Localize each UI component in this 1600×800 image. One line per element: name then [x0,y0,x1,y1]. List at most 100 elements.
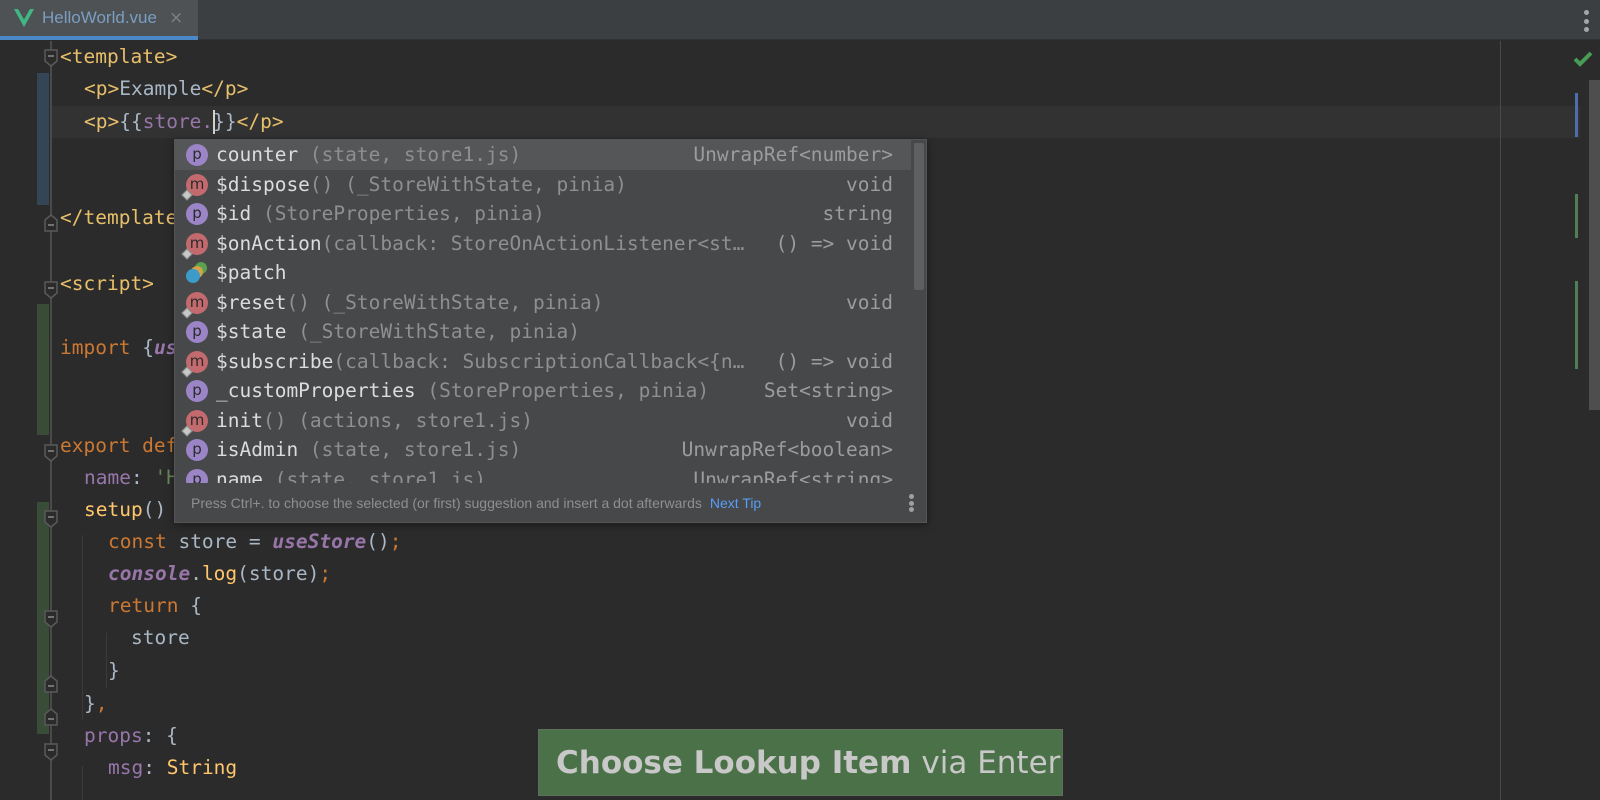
completion-list: p counter (state, store1.js) UnwrapRef<num… [175,140,911,483]
completion-item[interactable]: p $id (StoreProperties, pinia) string [175,199,911,229]
vcs-added-stripe[interactable] [1575,281,1578,369]
code-token: return [108,594,191,617]
code-line[interactable]: props: { [84,720,178,752]
code-line[interactable]: }, [84,688,108,720]
completion-item-name: $subscribe [216,349,334,373]
key-promoter-notification: Choose Lookup Item via Enter [538,729,1063,796]
vcs-added-marker[interactable] [37,304,49,435]
code-token: ; [389,530,402,553]
fold-icon[interactable] [44,675,58,693]
completion-scrollbar-thumb[interactable] [914,143,924,290]
code-line[interactable]: <p>Example</p> [84,73,248,105]
property-icon: p [186,380,208,402]
code-token: console [108,562,191,585]
completion-item[interactable]: m $reset() (_StoreWithState, pinia) void [175,288,911,319]
code-line[interactable]: <script> [60,268,154,300]
vcs-added-stripe[interactable] [1575,194,1578,238]
code-line[interactable]: console.log(store); [108,558,331,590]
code-line[interactable]: <template> [60,41,177,73]
completion-item-name: init [216,408,263,432]
indent-guide [82,535,83,720]
completion-item-detail: (state, store1.js) [262,467,487,484]
fold-icon[interactable] [44,281,58,299]
completion-item-type: Set<string> [763,379,893,402]
key-promoter-shortcut: via Enter [921,744,1061,781]
completion-item[interactable]: m init() (actions, store1.js) void [175,406,911,437]
fold-icon[interactable] [44,743,58,761]
code-token: }} [213,110,237,133]
code-line[interactable]: msg: String [108,752,237,784]
code-line[interactable]: </template> [60,202,189,234]
tab-helloworld-vue[interactable]: HelloWorld.vue × [0,0,198,40]
code-token: : { [142,724,178,747]
method-icon: m [181,350,208,378]
close-icon[interactable]: × [169,8,183,28]
completion-item[interactable]: p isAdmin (state, store1.js) UnwrapRef<boo… [175,435,911,465]
code-token: {{ [119,110,143,133]
fold-icon[interactable] [44,444,58,462]
completion-item-name: $dispose [216,172,310,196]
code-line[interactable]: const store = useStore(); [108,526,402,558]
code-token: <p> [84,110,120,133]
fold-icon[interactable] [44,510,58,528]
completion-item[interactable]: m $onAction (callback: StoreOnActionListen… [175,229,911,260]
completion-item-type: string [822,202,893,225]
more-vertical-icon[interactable] [1580,10,1592,32]
fold-icon[interactable] [44,214,58,232]
code-token: name [84,466,131,489]
code-token: : [143,756,167,779]
fold-icon[interactable] [44,49,58,67]
right-margin-guide [1500,41,1501,800]
completion-item-name: isAdmin [216,438,299,461]
completion-item-type: void [846,408,893,432]
indent-guide [106,633,107,688]
completion-item[interactable]: p $state (_StoreWithState, pinia) [175,317,911,347]
method-icon: m [181,291,208,319]
inspection-ok-check-icon[interactable] [1573,50,1593,68]
completion-item[interactable]: p _customProperties (StoreProperties, pin… [175,376,911,406]
vue-logo-icon [14,9,34,27]
completion-item-detail: () (_StoreWithState, pinia) [286,290,604,314]
more-vertical-icon[interactable] [908,494,914,512]
code-token: } [84,692,96,715]
vcs-modified-stripe[interactable] [1575,93,1578,137]
completion-item[interactable]: m $subscribe (callback: SubscriptionCallba… [175,347,911,378]
completion-item-detail: (StoreProperties, pinia) [415,379,710,402]
completion-item[interactable]: $patch [175,258,911,288]
completion-item[interactable]: p name (state, store1.js) UnwrapRef<string… [175,465,911,484]
editor-scrollbar-thumb[interactable] [1589,80,1600,410]
code-line[interactable]: return { [108,590,202,622]
completion-item-name: $patch [216,261,287,284]
code-token: import [60,336,143,359]
completion-item-name: _customProperties [216,379,416,402]
method-icon: m [181,409,208,437]
property-icon: p [186,203,208,225]
editor-tab-bar: HelloWorld.vue × [0,0,1600,40]
text-caret [213,109,216,134]
completion-item-type: void [846,172,893,196]
code-token: </p> [236,110,284,133]
code-token: props [84,724,143,747]
code-token: </template> [60,206,190,229]
next-tip-link[interactable]: Next Tip [710,495,761,511]
completion-item[interactable]: m $dispose() (_StoreWithState, pinia) void [175,170,911,201]
fold-icon[interactable] [44,610,58,628]
code-token: , [95,692,108,715]
method-icon: m [181,173,208,201]
completion-item-detail: (callback: SubscriptionCallback<{n… [333,349,745,373]
fold-icon[interactable] [44,708,58,726]
property-icon: p [186,468,208,483]
completion-item-type: UnwrapRef<string> [693,467,893,484]
completion-item[interactable]: p counter (state, store1.js) UnwrapRef<num… [175,140,911,170]
code-token: msg [108,756,144,779]
completion-item-name: counter [216,143,299,166]
key-promoter-action: Choose Lookup Item [556,744,912,781]
code-line[interactable]: } [108,655,120,687]
code-token: ; [319,562,332,585]
code-token: Example [119,77,202,100]
code-token: (store) [237,562,320,585]
completion-item-type: () => void [775,231,893,255]
code-line[interactable]: <p>{{store.}}</p> [84,106,284,138]
code-line[interactable]: store [131,622,190,654]
vcs-modified-marker[interactable] [37,73,49,205]
